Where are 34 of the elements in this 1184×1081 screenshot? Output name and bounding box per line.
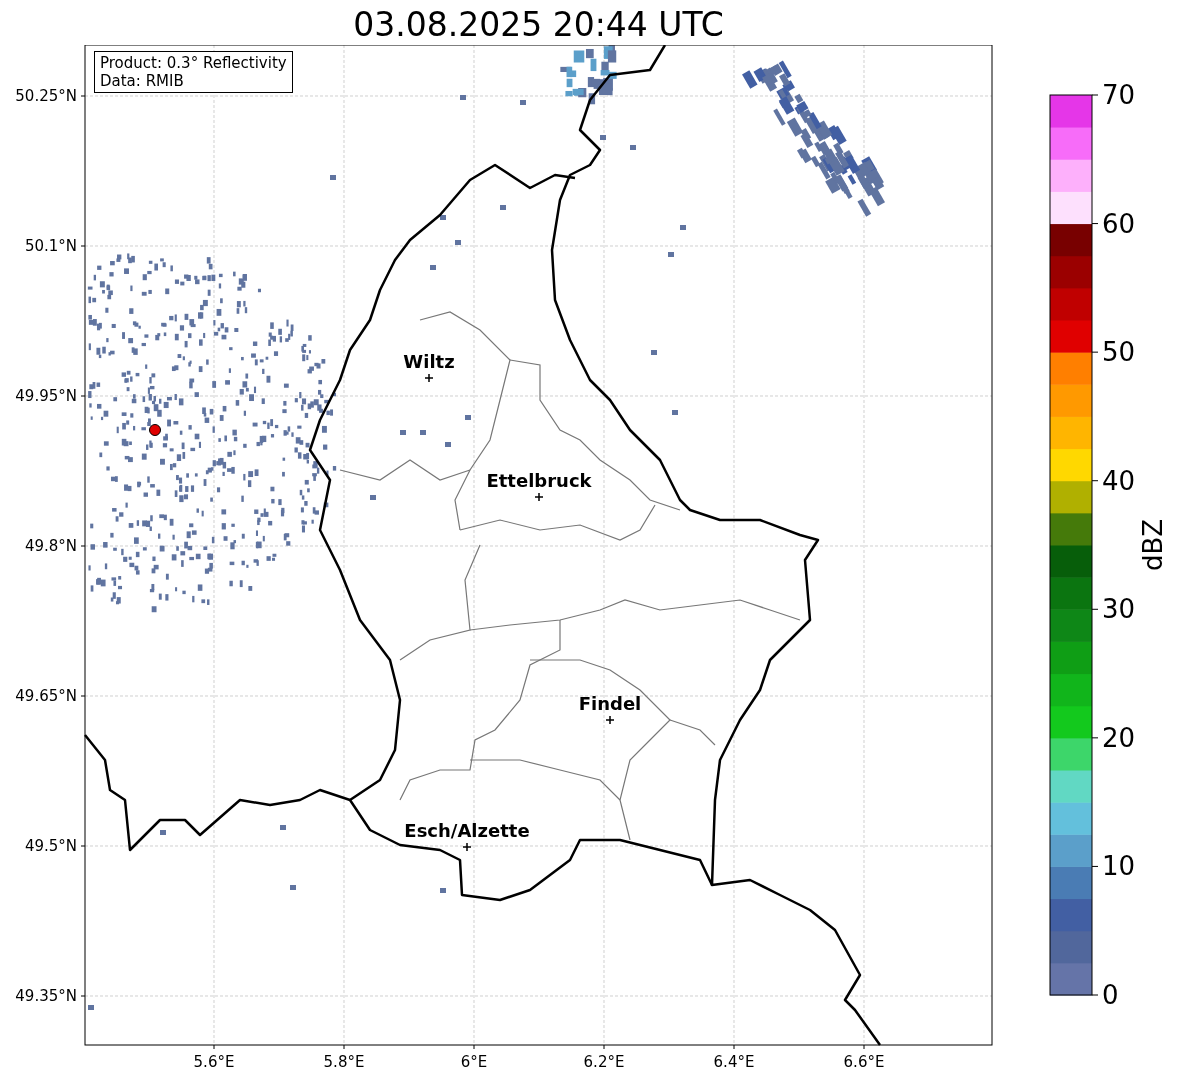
colorbar-tick-label: 20: [1102, 722, 1136, 753]
city-marker-icon: [462, 842, 472, 852]
radar-site-marker: [149, 424, 161, 436]
city-label: Wiltz: [403, 351, 455, 372]
latitude-label: 49.95°N: [15, 387, 77, 405]
latitude-label: 49.65°N: [15, 687, 77, 705]
colorbar-tick-label: 30: [1102, 594, 1136, 625]
colorbar-tick-label: 70: [1102, 80, 1136, 110]
latitude-label: 50.1°N: [24, 237, 77, 255]
longitude-label: 5.6°E: [193, 1053, 235, 1071]
longitude-label: 6°E: [460, 1053, 488, 1071]
colorbar-label: dBZ: [1138, 518, 1168, 572]
city-label: Findel: [578, 693, 642, 714]
latitude-label: 49.35°N: [15, 987, 77, 1005]
longitude-label: 6.2°E: [583, 1053, 625, 1071]
city-marker-icon: [605, 715, 615, 725]
latitude-label: 49.8°N: [24, 537, 77, 555]
city-label: Ettelbruck: [486, 470, 592, 491]
info-text: Data: RMIB: [100, 72, 185, 90]
city-marker-icon: [534, 492, 544, 502]
latitude-label: 49.5°N: [24, 837, 77, 855]
colorbar-tick-label: 60: [1102, 208, 1136, 239]
colorbar-tick-label: 10: [1102, 851, 1136, 882]
city-marker-icon: [424, 373, 434, 383]
colorbar-tick-label: 40: [1102, 465, 1136, 496]
longitude-label: 5.8°E: [323, 1053, 365, 1071]
colorbar-tick-label: 0: [1102, 980, 1119, 1010]
longitude-label: 6.6°E: [843, 1053, 885, 1071]
city-label: Esch/Alzette: [404, 820, 530, 841]
chart-title: 03.08.2025 20:44 UTC: [352, 4, 725, 45]
colorbar-tick-label: 50: [1102, 337, 1136, 368]
latitude-label: 50.25°N: [15, 87, 77, 105]
longitude-label: 6.4°E: [713, 1053, 755, 1071]
info-text: Product: 0.3° Reflectivity: [100, 54, 287, 72]
